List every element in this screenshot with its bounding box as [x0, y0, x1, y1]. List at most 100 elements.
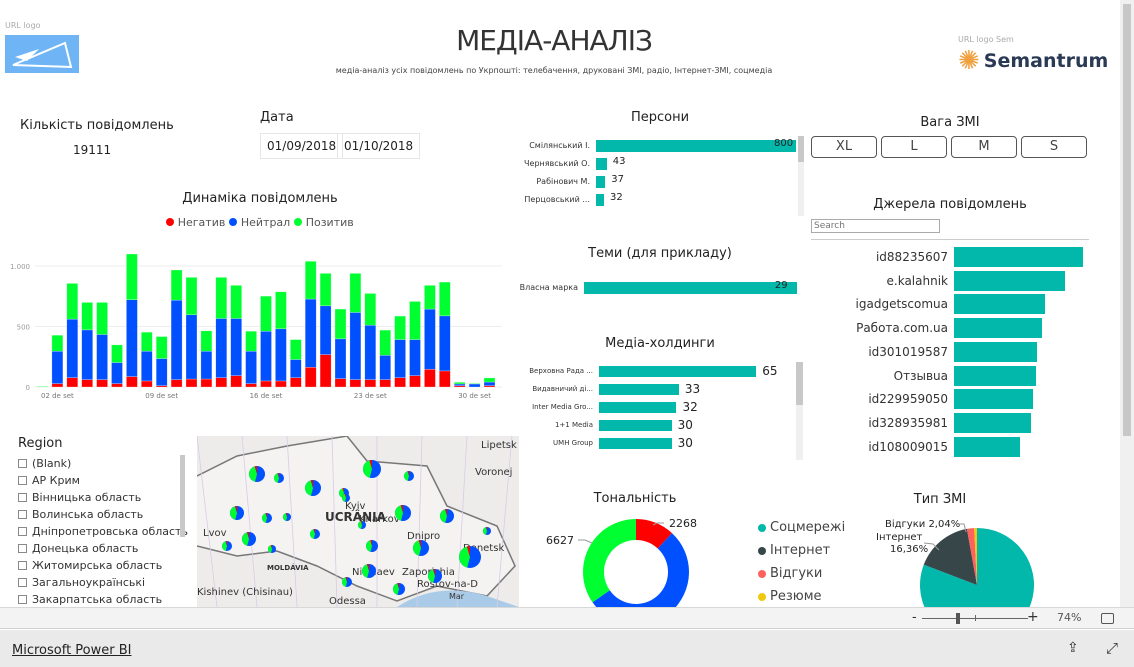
legend-item[interactable]: Інтернет [758, 539, 845, 562]
legend-negative[interactable]: Негатив [166, 216, 225, 229]
slice-Позитив [583, 519, 636, 603]
bar-Нейтрал [96, 334, 108, 380]
weight-s-button[interactable]: S [1021, 136, 1087, 158]
checkbox[interactable] [18, 493, 27, 502]
bar[interactable] [599, 438, 672, 449]
region-item[interactable]: Вінницька область [18, 489, 188, 506]
region-item[interactable]: Волинська область [18, 506, 188, 523]
bar-Нейтрал [439, 315, 451, 372]
holdings-chart: Верховна Рада ... 65 Видавничий ді... 33 Int… [510, 364, 795, 456]
bar-Негатив [66, 377, 79, 388]
map-label: Voronej [475, 467, 512, 478]
zoom-slider-thumb[interactable] [956, 613, 960, 624]
legend-label: Соцмережі [770, 520, 846, 535]
bar[interactable] [954, 247, 1083, 267]
region-item[interactable]: АР Крим [18, 472, 188, 489]
bar[interactable] [584, 282, 797, 294]
bar[interactable] [596, 140, 796, 152]
bar-Негатив [170, 379, 183, 388]
data-label: Інтернет [876, 532, 923, 543]
holdings-scrollbar[interactable] [796, 362, 803, 460]
map-label: Dnipro [407, 531, 440, 542]
media-type-pie: Відгуки 2,04% Інтернет16,36% [876, 518, 1034, 607]
map[interactable]: LipetskVoronejKyivUCRÂNIAKharkovLvov Dnip… [197, 436, 519, 607]
map-label: Odessa [329, 596, 366, 607]
page-title: МЕДІА-АНАЛІЗ [456, 24, 653, 57]
bar-Позитив [230, 285, 242, 319]
checkbox[interactable] [18, 510, 27, 519]
bar[interactable] [599, 366, 757, 377]
region-item[interactable]: Закарпатська область [18, 591, 188, 608]
bar-Негатив [141, 380, 153, 388]
region-item[interactable]: (Blank) [18, 455, 188, 472]
bar-label: Работа.com.ua [856, 321, 948, 336]
bar-Нейтрал [275, 328, 287, 382]
legend-item[interactable]: Відгуки [758, 562, 845, 585]
tonality-donut: 2268 6627 [546, 517, 697, 607]
zoom-in-button[interactable]: + [1027, 609, 1039, 625]
bar-Негатив [349, 379, 362, 388]
region-item[interactable]: Дніпропетровська область [18, 523, 188, 540]
weight-xl-button[interactable]: XL [811, 136, 877, 158]
bar-Позитив [453, 382, 466, 385]
sources-title: Джерела повідомлень [873, 197, 1027, 212]
bar[interactable] [954, 341, 1038, 362]
checkbox[interactable] [18, 578, 27, 587]
date-from-input[interactable]: 01/09/2018 [260, 133, 344, 159]
persons-scrollbar[interactable] [798, 136, 804, 216]
bar[interactable] [599, 384, 679, 395]
checkbox[interactable] [18, 476, 27, 485]
bar[interactable] [599, 402, 677, 413]
bar-Нейтрал [319, 305, 332, 355]
data-label: 32 [610, 192, 623, 203]
bar-Позитив [111, 344, 123, 363]
bar[interactable] [596, 176, 606, 188]
region-item[interactable]: Загальноукраїнські [18, 574, 188, 591]
weight-m-button[interactable]: M [951, 136, 1017, 158]
checkbox[interactable] [18, 595, 27, 604]
legend-label: Резюме [770, 589, 822, 604]
fit-to-page-icon[interactable] [1101, 613, 1114, 624]
bar[interactable] [954, 389, 1033, 410]
legend-neutral[interactable]: Нейтрал [229, 216, 290, 229]
bar[interactable] [596, 194, 604, 206]
data-label: 30 [677, 436, 693, 450]
fullscreen-icon[interactable]: ⤢ [1106, 639, 1118, 657]
sources-search-input[interactable] [811, 219, 940, 233]
date-to-input[interactable]: 01/10/2018 [337, 133, 421, 159]
legend-item[interactable]: Соцмережі [758, 516, 845, 539]
checkbox[interactable] [18, 561, 27, 570]
bar-Нейтрал [290, 359, 302, 378]
bar-Негатив [379, 379, 391, 388]
weight-l-button[interactable]: L [881, 136, 947, 158]
checkbox[interactable] [18, 544, 27, 553]
region-scrollbar[interactable] [180, 455, 185, 537]
legend-item[interactable]: Резюме [758, 585, 845, 608]
bar[interactable] [599, 420, 672, 431]
zoom-out-button[interactable]: - [912, 610, 917, 625]
bar[interactable] [954, 412, 1032, 433]
power-bi-link[interactable]: Microsoft Power BI [12, 643, 131, 658]
share-icon[interactable]: ⇪ [1067, 640, 1079, 656]
bar-Нейтрал [141, 350, 153, 382]
bar-Позитив [185, 277, 198, 316]
bar-Нейтрал [155, 358, 168, 386]
legend-dot [758, 546, 766, 555]
region-list: (Blank) АР Крим Вінницька область Волинська… [18, 455, 188, 608]
bar[interactable] [954, 436, 1021, 457]
bar[interactable] [954, 270, 1065, 291]
bar[interactable] [596, 158, 607, 170]
checkbox[interactable] [18, 459, 27, 468]
bar[interactable] [954, 365, 1037, 386]
region-label: Донецька область [32, 542, 139, 555]
checkbox[interactable] [18, 527, 27, 536]
page-scrollbar[interactable] [1120, 0, 1134, 608]
region-item[interactable]: Житомирська область [18, 557, 188, 574]
bar[interactable] [954, 318, 1042, 339]
region-item[interactable]: Донецька область [18, 540, 188, 557]
bar-Позитив [96, 302, 108, 335]
legend-positive[interactable]: Позитив [294, 216, 354, 229]
bar[interactable] [954, 294, 1045, 315]
sun-icon: ✺ [958, 46, 980, 76]
data-label: 37 [611, 174, 624, 185]
